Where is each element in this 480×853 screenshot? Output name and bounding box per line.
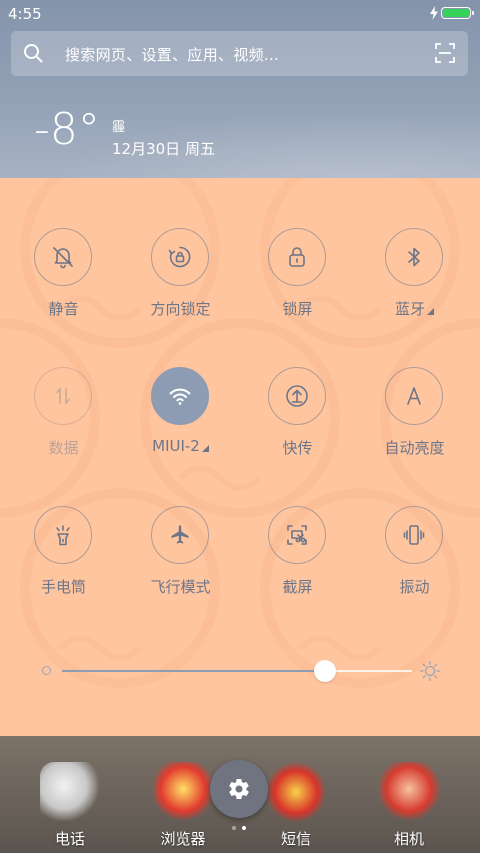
settings-button[interactable] (210, 760, 268, 818)
toggle-label-text: 快传 (282, 439, 313, 457)
toggle-button[interactable] (34, 506, 92, 564)
dock-app-camera[interactable]: 相机 (359, 742, 459, 852)
airplane-icon (171, 525, 189, 544)
toggle-label-text: 自动亮度 (384, 439, 445, 457)
toggle-label: 蓝牙 (356, 298, 473, 319)
toggle-label-text: 数据 (48, 439, 79, 457)
toggle-label: 截屏 (239, 576, 356, 597)
toggle-screenshot[interactable]: 截屏 (239, 506, 356, 606)
toggle-button[interactable] (34, 228, 92, 286)
toggle-button[interactable] (385, 367, 443, 425)
toggle-label-text: 飞行模式 (150, 578, 211, 596)
rotation-lock-icon (168, 246, 191, 268)
expand-arrow-icon (427, 308, 434, 315)
toggle-button[interactable] (385, 506, 443, 564)
toggle-label-text: 静音 (48, 300, 79, 318)
toggle-label: 自动亮度 (356, 437, 473, 458)
toggle-label-text: 手电筒 (40, 578, 86, 596)
quick-transfer-icon (286, 385, 308, 407)
toggle-button[interactable] (151, 367, 209, 425)
toggle-label: 方向锁定 (122, 298, 239, 319)
weather-condition: 霾 (112, 120, 126, 135)
toggle-label: 振动 (356, 576, 473, 597)
toggle-label-text: MIUI-2 (152, 437, 200, 455)
bluetooth-icon (408, 247, 420, 267)
toggle-label: 飞行模式 (122, 576, 239, 597)
vibrate-icon (403, 525, 425, 545)
toggle-button[interactable] (268, 228, 326, 286)
toggle-label: 数据 (5, 437, 122, 458)
lock-icon (289, 247, 305, 267)
toggle-rotation-lock[interactable]: 方向锁定 (122, 228, 239, 328)
toggle-button[interactable] (268, 367, 326, 425)
charging-icon (430, 6, 438, 20)
search-icon (24, 44, 43, 63)
toggle-bluetooth[interactable]: 蓝牙 (356, 228, 473, 328)
page-dot (242, 826, 246, 830)
toggle-auto-brightness[interactable]: 自动亮度 (356, 367, 473, 467)
toggle-quick-transfer[interactable]: 快传 (239, 367, 356, 467)
page-indicator (232, 826, 248, 832)
notification-header: 4:55 搜索网页、设置、应用、视频... -8° 霾 12月30日 周五 (0, 0, 480, 178)
screenshot-icon (287, 525, 307, 545)
quick-settings-panel: 静音 方向锁定 锁屏 蓝牙数据 MIUI-2 快传 自动亮度手电筒 飞行模式 截屏 振动 (0, 178, 480, 736)
phone-app-icon (40, 762, 100, 822)
brightness-thumb[interactable] (313, 660, 336, 682)
weather-date: 12月30日 周五 (112, 140, 215, 158)
gear-icon (229, 779, 249, 800)
search-placeholder: 搜索网页、设置、应用、视频... (65, 46, 280, 64)
toggle-label-text: 方向锁定 (150, 300, 211, 318)
dock-app-label: 相机 (393, 830, 424, 848)
camera-app-icon (379, 762, 439, 822)
page-dot (232, 826, 236, 830)
toggle-button[interactable] (151, 506, 209, 564)
messages-app-icon (266, 762, 326, 822)
toggle-airplane[interactable]: 飞行模式 (122, 506, 239, 606)
toggle-label: 锁屏 (239, 298, 356, 319)
browser-app-icon (153, 762, 213, 822)
flashlight-icon (56, 525, 70, 546)
status-bar: 4:55 (0, 0, 480, 28)
brightness-low-icon (42, 666, 51, 675)
auto-brightness-icon (407, 387, 421, 405)
expand-arrow-icon (201, 445, 209, 452)
status-time: 4:55 (8, 5, 42, 23)
brightness-high-icon (419, 660, 441, 682)
toggle-label: 手电筒 (5, 576, 122, 597)
dock-app-label: 短信 (280, 830, 311, 848)
toggle-label-text: 截屏 (282, 578, 313, 596)
scan-icon[interactable] (435, 43, 455, 63)
toggle-label-text: 锁屏 (282, 300, 313, 318)
toggle-label-text: 振动 (399, 578, 430, 596)
toggle-mobile-data[interactable]: 数据 (5, 367, 122, 467)
battery-icon (441, 7, 474, 19)
search-bar[interactable]: 搜索网页、设置、应用、视频... (11, 31, 468, 76)
brightness-slider[interactable] (38, 658, 443, 684)
dock-app-label: 浏览器 (160, 830, 206, 848)
toggle-vibrate[interactable]: 振动 (356, 506, 473, 606)
toggle-button[interactable] (268, 506, 326, 564)
toggle-label: MIUI-2 (122, 437, 239, 455)
toggle-button[interactable] (151, 228, 209, 286)
toggle-label: 静音 (5, 298, 122, 319)
toggle-label-text: 蓝牙 (394, 300, 425, 318)
toggle-bell-muted[interactable]: 静音 (5, 228, 122, 328)
wifi-icon (169, 388, 191, 405)
mobile-data-icon (56, 386, 70, 406)
bell-muted-icon (53, 247, 73, 269)
toggle-button[interactable] (34, 367, 92, 425)
toggle-lock[interactable]: 锁屏 (239, 228, 356, 328)
temperature: -8° (34, 104, 100, 155)
toggle-flashlight[interactable]: 手电筒 (5, 506, 122, 606)
dock-app-phone[interactable]: 电话 (20, 742, 120, 852)
dock-app-label: 电话 (54, 830, 85, 848)
toggle-button[interactable] (385, 228, 443, 286)
brightness-track-fill (62, 670, 325, 672)
toggle-wifi[interactable]: MIUI-2 (122, 367, 239, 467)
toggle-label: 快传 (239, 437, 356, 458)
